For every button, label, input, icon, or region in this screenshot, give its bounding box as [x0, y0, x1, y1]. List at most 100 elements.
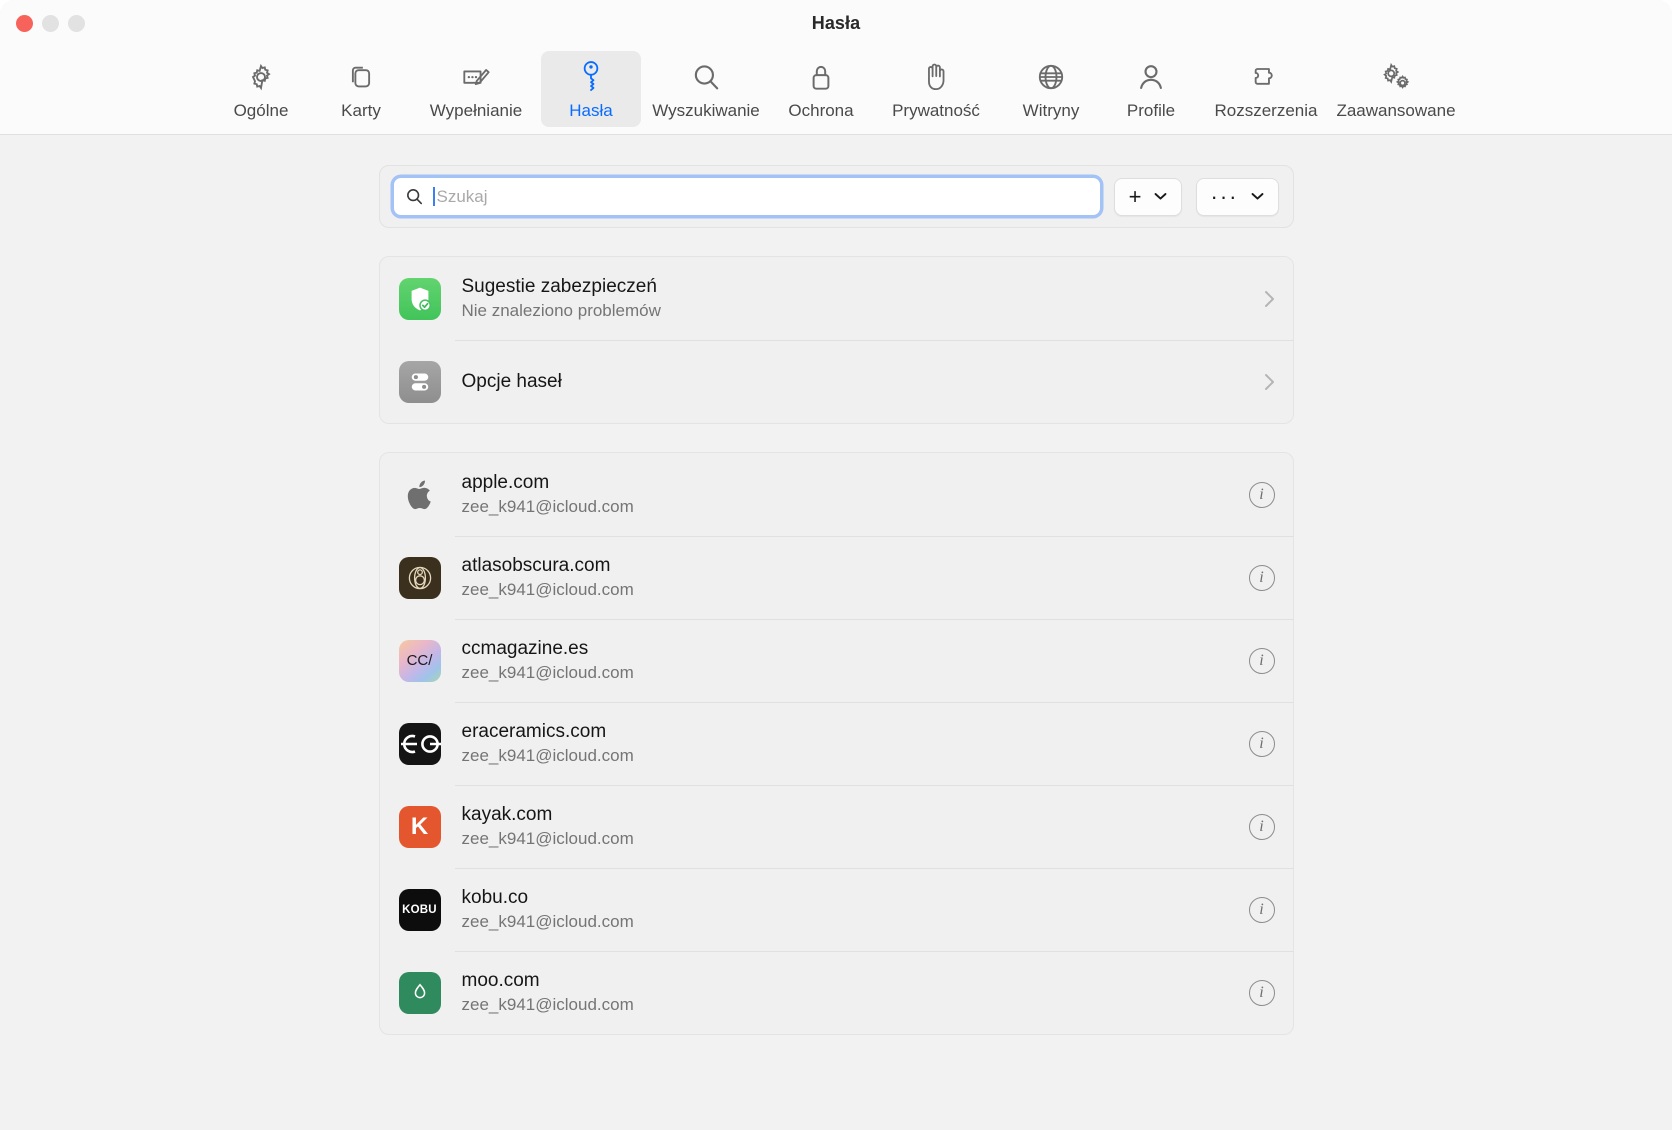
more-options-button[interactable]: ···	[1195, 177, 1279, 216]
add-password-button[interactable]: +	[1113, 177, 1182, 216]
info-icon[interactable]: i	[1248, 481, 1275, 508]
toolbar-item-security[interactable]: Ochrona	[771, 51, 871, 127]
gears-icon	[1378, 59, 1414, 95]
account-name: zee_k941@icloud.com	[461, 497, 634, 517]
toolbar-item-profiles[interactable]: Profile	[1101, 51, 1201, 127]
site-name: ccmagazine.es	[461, 638, 589, 660]
row-text: Opcje haseł	[462, 371, 1264, 393]
lock-icon	[807, 59, 835, 95]
autofill-icon	[460, 59, 492, 95]
password-row[interactable]: apple.com zee_k941@icloud.com i	[380, 453, 1293, 536]
info-icon[interactable]: i	[1248, 564, 1275, 591]
ellipsis-icon: ···	[1210, 183, 1239, 209]
settings-group: Sugestie zabezpieczeń Nie znaleziono pro…	[378, 256, 1294, 424]
account-name: zee_k941@icloud.com	[461, 912, 634, 932]
chevron-down-icon	[1154, 189, 1167, 204]
row-text: atlasobscura.com zee_k941@icloud.com	[462, 555, 1249, 599]
passwords-pane: Szukaj + ··· Sugestie zabezpieczeń Nie z…	[0, 135, 1672, 1129]
password-row[interactable]: CC/ ccmagazine.es zee_k941@icloud.com i	[380, 619, 1293, 702]
eraceramics-favicon	[398, 722, 441, 765]
toolbar-label: Profile	[1126, 101, 1176, 120]
row-text: ccmagazine.es zee_k941@icloud.com	[462, 638, 1249, 682]
search-toolbar: Szukaj + ···	[378, 165, 1294, 228]
text-caret	[432, 187, 435, 206]
row-text: Sugestie zabezpieczeń Nie znaleziono pro…	[462, 276, 1264, 320]
puzzle-icon	[1250, 59, 1282, 95]
toolbar-item-privacy[interactable]: Prywatność	[871, 51, 1001, 127]
row-title: Opcje haseł	[461, 370, 562, 392]
toolbar-label: Hasła	[569, 101, 613, 120]
password-row[interactable]: atlasobscura.com zee_k941@icloud.com i	[380, 536, 1293, 619]
chevron-right-icon	[1264, 373, 1275, 391]
search-icon	[405, 187, 424, 206]
preferences-toolbar: Ogólne Karty Wypełnianie Hasła Wyszukiwa…	[0, 47, 1672, 135]
toolbar-item-extensions[interactable]: Rozszerzenia	[1201, 51, 1331, 127]
favicon-text: CC/	[406, 652, 433, 669]
site-name: moo.com	[461, 970, 540, 992]
atlasobscura-favicon	[398, 556, 441, 599]
toolbar-item-search[interactable]: Wyszukiwanie	[641, 51, 771, 127]
toolbar-label: Rozszerzenia	[1214, 101, 1318, 120]
site-name: apple.com	[461, 472, 550, 494]
plus-icon: +	[1128, 183, 1142, 209]
hand-icon	[921, 59, 951, 95]
password-options-row[interactable]: Opcje haseł	[380, 340, 1293, 423]
toolbar-label: Wyszukiwanie	[652, 101, 760, 120]
info-icon[interactable]: i	[1248, 647, 1275, 674]
apple-favicon	[399, 474, 441, 516]
person-icon	[1136, 59, 1166, 95]
row-subtitle: Nie znaleziono problemów	[461, 301, 661, 321]
row-text: moo.com zee_k941@icloud.com	[462, 970, 1249, 1014]
chevron-down-icon	[1251, 189, 1264, 204]
account-name: zee_k941@icloud.com	[461, 829, 634, 849]
gear-icon	[246, 59, 276, 95]
site-name: kobu.co	[461, 887, 529, 909]
toolbar-label: Prywatność	[892, 101, 980, 120]
toolbar-item-websites[interactable]: Witryny	[1001, 51, 1101, 127]
chevron-right-icon	[1264, 290, 1275, 308]
favicon-text: KOBU	[402, 903, 437, 916]
moo-favicon	[398, 971, 441, 1014]
info-icon[interactable]: i	[1248, 813, 1275, 840]
security-recommendations-row[interactable]: Sugestie zabezpieczeń Nie znaleziono pro…	[380, 257, 1293, 340]
globe-icon	[1035, 59, 1067, 95]
password-options-icon	[398, 360, 441, 403]
toolbar-item-passwords[interactable]: Hasła	[541, 51, 641, 127]
row-text: apple.com zee_k941@icloud.com	[462, 472, 1249, 516]
key-icon	[576, 59, 606, 95]
site-name: kayak.com	[461, 804, 553, 826]
toolbar-item-general[interactable]: Ogólne	[211, 51, 311, 127]
password-row[interactable]: K kayak.com zee_k941@icloud.com i	[380, 785, 1293, 868]
title-bar: Hasła	[0, 0, 1672, 47]
search-placeholder: Szukaj	[436, 186, 488, 206]
row-title: Sugestie zabezpieczeń	[461, 276, 657, 298]
row-text: eraceramics.com zee_k941@icloud.com	[462, 721, 1249, 765]
info-icon[interactable]: i	[1248, 896, 1275, 923]
toolbar-item-autofill[interactable]: Wypełnianie	[411, 51, 541, 127]
toolbar-label: Wypełnianie	[429, 101, 523, 120]
account-name: zee_k941@icloud.com	[461, 746, 634, 766]
toolbar-item-tabs[interactable]: Karty	[311, 51, 411, 127]
ccmagazine-favicon: CC/	[398, 639, 441, 682]
password-list: apple.com zee_k941@icloud.com i atlasobs…	[378, 452, 1294, 1035]
shield-check-icon	[398, 277, 441, 320]
info-icon[interactable]: i	[1248, 730, 1275, 757]
password-row[interactable]: eraceramics.com zee_k941@icloud.com i	[380, 702, 1293, 785]
search-input[interactable]: Szukaj	[393, 178, 1100, 215]
site-name: eraceramics.com	[461, 721, 607, 743]
password-row[interactable]: KOBU kobu.co zee_k941@icloud.com i	[380, 868, 1293, 951]
preferences-window: Hasła Ogólne Karty Wypełnianie Hasła Wys…	[0, 0, 1672, 1130]
kobu-favicon: KOBU	[398, 888, 441, 931]
row-text: kayak.com zee_k941@icloud.com	[462, 804, 1249, 848]
window-title: Hasła	[811, 13, 861, 33]
info-icon[interactable]: i	[1248, 979, 1275, 1006]
toolbar-label: Karty	[341, 101, 381, 120]
toolbar-label: Ochrona	[788, 101, 854, 120]
toolbar-item-advanced[interactable]: Zaawansowane	[1331, 51, 1461, 127]
password-row[interactable]: moo.com zee_k941@icloud.com i	[380, 951, 1293, 1034]
account-name: zee_k941@icloud.com	[461, 580, 634, 600]
magnifier-icon	[690, 59, 722, 95]
toolbar-label: Witryny	[1022, 101, 1080, 120]
toolbar-label: Zaawansowane	[1336, 101, 1456, 120]
tabs-icon	[346, 59, 376, 95]
